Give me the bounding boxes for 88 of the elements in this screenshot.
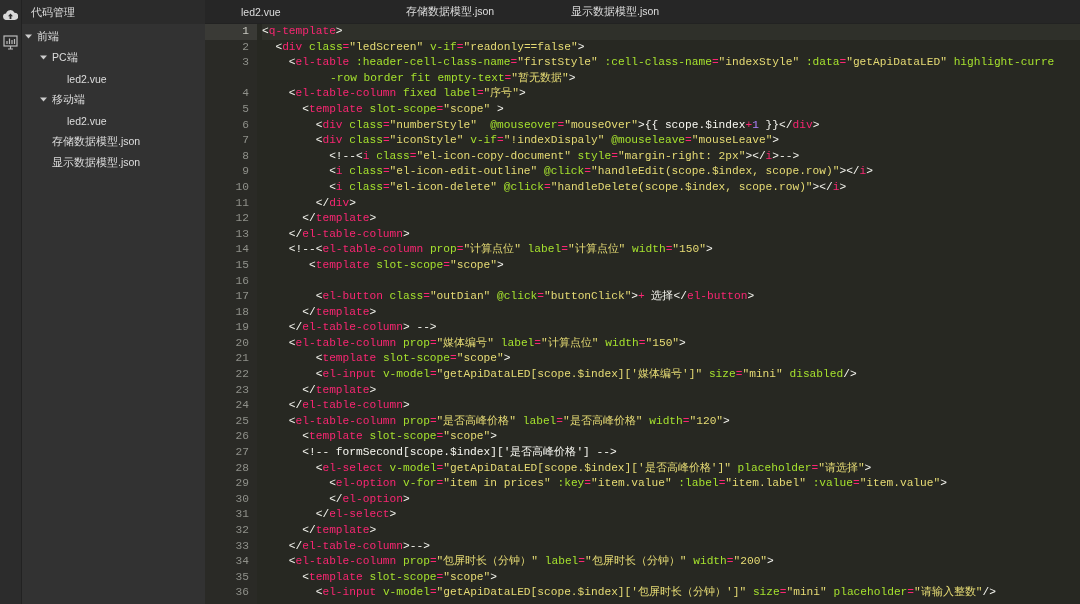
code-line: <div class="ledScreen" v-if="readonly==false"> [274,40,585,53]
line-number: 10 [234,179,250,195]
code-line: <el-button class="outDian" @click="buttonClick">+ 选择</el-button> [314,290,755,303]
folder-item[interactable]: 移动端 [52,92,85,107]
code-line: <el-table :header-cell-class-name="firstStyle" :cell-class-name="indexStyle" :data="getApiDataLED" highlight-curre [287,56,1055,69]
code-line: <template slot-scope="scope"> [301,430,497,443]
file-tab[interactable]: 存储数据模型.json [370,0,535,23]
line-number: 14 [234,242,250,258]
cloud-upload-icon[interactable] [3,9,18,20]
line-number: 23 [234,382,250,398]
line-number: 19 [234,320,250,336]
code-line: </el-table-column> --> [287,321,437,334]
file-item[interactable]: 显示数据模型.json [52,155,141,170]
line-number: 21 [234,351,250,367]
line-number: 20 [234,335,250,351]
line-number: 5 [241,101,250,117]
line-number: 27 [234,445,250,461]
file-item[interactable]: 存储数据模型.json [52,134,141,149]
code-line: -row border fit empty-text="暂无数据"> [330,71,576,84]
line-number: 6 [241,117,250,133]
code-line: </template> [301,524,377,536]
code-line: </el-table-column> [287,399,410,412]
code-line: <el-table-column prop="是否高峰价格" label="是否高峰价格" width="120"> [287,414,730,427]
code-line: </template> [301,305,377,318]
code-line: <!-- formSecond[scope.$index]['是否高峰价格'] --> [301,446,617,459]
code-line: <template slot-scope="scope" > [301,102,504,115]
caret-down-icon[interactable] [40,96,47,103]
line-number: 1 [205,24,257,40]
code-line: <el-input v-model="getApiDataLED[scope.$index]['媒体编号']" size="mini" disabled/> [314,368,857,381]
code-line: <q-template> [262,25,343,37]
line-number: 15 [234,257,250,273]
code-line: <el-table-column fixed label="序号"> [287,87,526,100]
line-number: 4 [241,86,250,102]
code-line: </el-select> [314,508,397,521]
line-number: 7 [241,133,250,149]
code-line: <template slot-scope="scope"> [301,570,497,583]
monitor-chart-icon[interactable] [3,35,18,50]
code-line: <template slot-scope="scope"> [314,352,511,365]
file-item[interactable]: led2.vue [67,72,107,85]
line-number: 29 [234,476,250,492]
line-number: 35 [234,569,250,585]
caret-down-icon[interactable] [25,33,32,40]
line-number: 22 [234,367,250,383]
code-line: </el-table-column>--> [287,539,430,552]
line-number: 12 [234,211,250,227]
line-number: 24 [234,398,250,414]
code-line: <div class="iconStyle" v-if="!indexDispaly" @mouseleave="mouseLeave"> [314,134,780,147]
line-number: 17 [234,289,250,305]
sidebar-title: 代码管理 [31,4,75,20]
code-line: </template> [301,383,377,396]
file-item[interactable]: led2.vue [67,114,107,127]
caret-down-icon[interactable] [40,54,47,61]
line-number: 13 [234,226,250,242]
line-number: 16 [234,273,250,289]
line-number: 30 [234,491,250,507]
code-line: <i class="el-icon-delete" @click="handleDelete(scope.$index, scope.row)"></i> [328,180,847,193]
line-number: 11 [234,195,250,211]
code-line: </template> [301,212,377,225]
line-number: 28 [234,460,250,476]
line-number: 25 [234,413,250,429]
file-tab[interactable]: led2.vue [205,0,370,23]
file-tab[interactable]: 显示数据模型.json [535,0,700,23]
code-line: <el-table-column prop="包屏时长（分钟）" label="包屏时长（分钟）" width="200"> [287,555,774,568]
code-line: <!--<i class="el-icon-copy-document" style="margin-right: 2px"></i>--> [328,149,800,162]
code-line: <el-select v-model="getApiDataLED[scope.$index]['是否高峰价格']" placeholder="请选择"> [314,461,872,474]
folder-item[interactable]: 前端 [37,29,59,44]
code-line: <el-input v-model="getApiDataLED[scope.$index]['包屏时长（分钟）']" size="mini" placeholder="请输入整数"/> [314,586,996,599]
code-line: <!--<el-table-column prop="计算点位" label="计算点位" width="150"> [287,243,713,256]
line-number: 34 [234,554,250,570]
line-number: 33 [234,538,250,554]
folder-item[interactable]: PC端 [52,50,78,65]
line-number: 32 [234,523,250,538]
line-number: 18 [234,304,250,320]
line-number: 36 [234,585,250,601]
code-line: <i class="el-icon-edit-outline" @click="handleEdit(scope.$index, scope.row)"></i> [328,165,874,178]
line-number: 3 [241,55,250,71]
code-line: <el-table-column prop="媒体编号" label="计算点位" width="150"> [287,336,686,349]
line-number: 26 [234,429,250,445]
line-number: 9 [241,164,250,180]
code-line: </el-option> [328,492,410,505]
code-line: <template slot-scope="scope"> [308,258,504,271]
line-number: 2 [241,39,250,55]
code-line: <div class="numberStyle" @mouseover="mouseOver">{{ scope.$index+1 }}</div> [314,118,820,131]
code-line: </div> [314,196,356,209]
line-number: 31 [234,507,250,523]
line-number: 8 [241,148,250,164]
code-line: <el-option v-for="item in prices" :key="item.value" :label="item.label" :value="item.value"> [328,477,947,490]
code-line: </el-table-column> [287,227,410,240]
